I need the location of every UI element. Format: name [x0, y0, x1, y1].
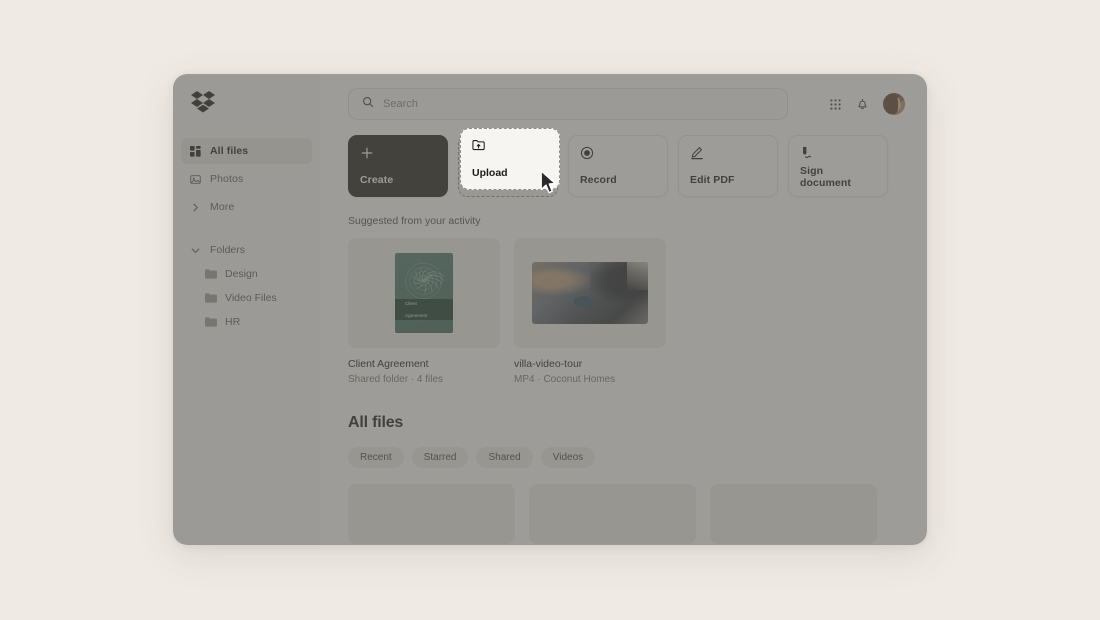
filter-chip-videos[interactable]: Videos — [541, 447, 595, 468]
notifications-bell-icon[interactable] — [856, 97, 869, 111]
sidebar-nav: All files Photos — [173, 138, 320, 334]
filter-chip-starred[interactable]: Starred — [412, 447, 469, 468]
sidebar-item-label: More — [210, 201, 234, 213]
search-placeholder: Search — [383, 98, 418, 110]
sidebar-folder-label: Design — [225, 268, 258, 280]
filter-chip-shared[interactable]: Shared — [476, 447, 532, 468]
folder-icon — [205, 269, 217, 279]
sign-document-button[interactable]: Sign document — [788, 135, 888, 197]
thumb-region-sky — [627, 262, 648, 290]
file-placeholder-card[interactable] — [710, 484, 877, 544]
suggested-section-label: Suggested from your activity — [320, 197, 927, 227]
avatar-hair — [885, 94, 898, 114]
all-files-filters: Recent Starred Shared Videos — [320, 432, 927, 468]
quick-actions-row: Create Upload — [320, 120, 927, 197]
upload-dropzone-label: Upload — [472, 167, 548, 179]
signature-pen-icon — [800, 146, 876, 165]
sidebar-item-photos[interactable]: Photos — [181, 166, 312, 192]
sign-document-button-label: Sign document — [800, 165, 876, 189]
filter-chip-label: Videos — [553, 452, 583, 463]
file-thumbnail — [514, 238, 666, 348]
folder-icon — [205, 317, 217, 327]
spiral-graphic — [398, 256, 449, 306]
upload-dropzone-highlighted[interactable]: Upload — [460, 128, 560, 190]
edit-pdf-button-label: Edit PDF — [690, 174, 766, 186]
record-circle-icon — [580, 146, 656, 165]
topbar-icons — [829, 93, 905, 115]
sidebar-item-label: All files — [210, 145, 248, 157]
thumb-title-line1: Client — [400, 301, 427, 307]
plus-icon — [360, 146, 436, 165]
document-thumbnail-green-spiral: Client Agreement — [395, 253, 453, 333]
create-button[interactable]: Create — [348, 135, 448, 197]
main-content: Search — [320, 74, 927, 545]
sidebar-folder-label: HR — [225, 316, 240, 328]
sidebar-folder-design[interactable]: Design — [181, 262, 312, 286]
folder-upload-icon — [472, 139, 548, 157]
file-card-title: Client Agreement — [348, 358, 500, 370]
sidebar-folder-hr[interactable]: HR — [181, 310, 312, 334]
filter-chip-label: Shared — [488, 452, 520, 463]
all-files-heading: All files — [320, 385, 927, 432]
sidebar-item-all-files[interactable]: All files — [181, 138, 312, 164]
thumbnail-title-band: Client Agreement — [395, 299, 453, 320]
chevron-right-icon — [189, 201, 201, 213]
sidebar-group-folders[interactable]: Folders — [181, 238, 312, 262]
search-input[interactable]: Search — [348, 88, 788, 120]
file-card-villa-video-tour[interactable]: villa-video-tour MP4 · Coconut Homes — [514, 238, 666, 385]
file-thumbnail: Client Agreement — [348, 238, 500, 348]
sidebar: All files Photos — [173, 74, 320, 545]
pencil-underline-icon — [690, 146, 766, 165]
create-button-label: Create — [360, 174, 436, 186]
sidebar-folder-video-files[interactable]: Video Files — [181, 286, 312, 310]
sidebar-item-more[interactable]: More — [181, 194, 312, 220]
file-placeholder-card[interactable] — [529, 484, 696, 544]
grid-files-icon — [189, 145, 201, 157]
folder-icon — [205, 293, 217, 303]
filter-chip-label: Recent — [360, 452, 392, 463]
record-button-label: Record — [580, 174, 656, 186]
suggested-cards: Client Agreement Client Agreement Shared… — [320, 227, 927, 385]
dropbox-logo — [191, 91, 215, 114]
record-button[interactable]: Record — [568, 135, 668, 197]
file-placeholder-card[interactable] — [348, 484, 515, 544]
sidebar-item-label: Photos — [210, 173, 243, 185]
sidebar-folder-label: Video Files — [225, 292, 277, 304]
apps-grid-icon[interactable] — [829, 98, 842, 111]
dropbox-app-window: All files Photos — [173, 74, 927, 545]
filter-chip-label: Starred — [424, 452, 457, 463]
filter-chip-recent[interactable]: Recent — [348, 447, 404, 468]
logo-container[interactable] — [173, 74, 320, 130]
chevron-down-icon — [189, 244, 201, 256]
user-avatar[interactable] — [883, 93, 905, 115]
file-card-subtitle: Shared folder · 4 files — [348, 374, 500, 385]
file-card-title: villa-video-tour — [514, 358, 666, 370]
aerial-coastal-village-video-thumbnail — [532, 262, 648, 324]
file-card-subtitle: MP4 · Coconut Homes — [514, 374, 666, 385]
thumb-title-line2: Agreement — [400, 313, 427, 319]
sidebar-divider-space — [173, 222, 320, 238]
edit-pdf-button[interactable]: Edit PDF — [678, 135, 778, 197]
photos-icon — [189, 173, 201, 185]
file-card-client-agreement[interactable]: Client Agreement Client Agreement Shared… — [348, 238, 500, 385]
topbar: Search — [320, 74, 927, 120]
screenshot-stage: All files Photos — [0, 0, 1100, 620]
sidebar-group-label: Folders — [210, 244, 245, 256]
thumb-region-pool — [574, 296, 593, 307]
search-icon — [362, 95, 374, 113]
all-files-placeholder-row — [320, 468, 927, 544]
